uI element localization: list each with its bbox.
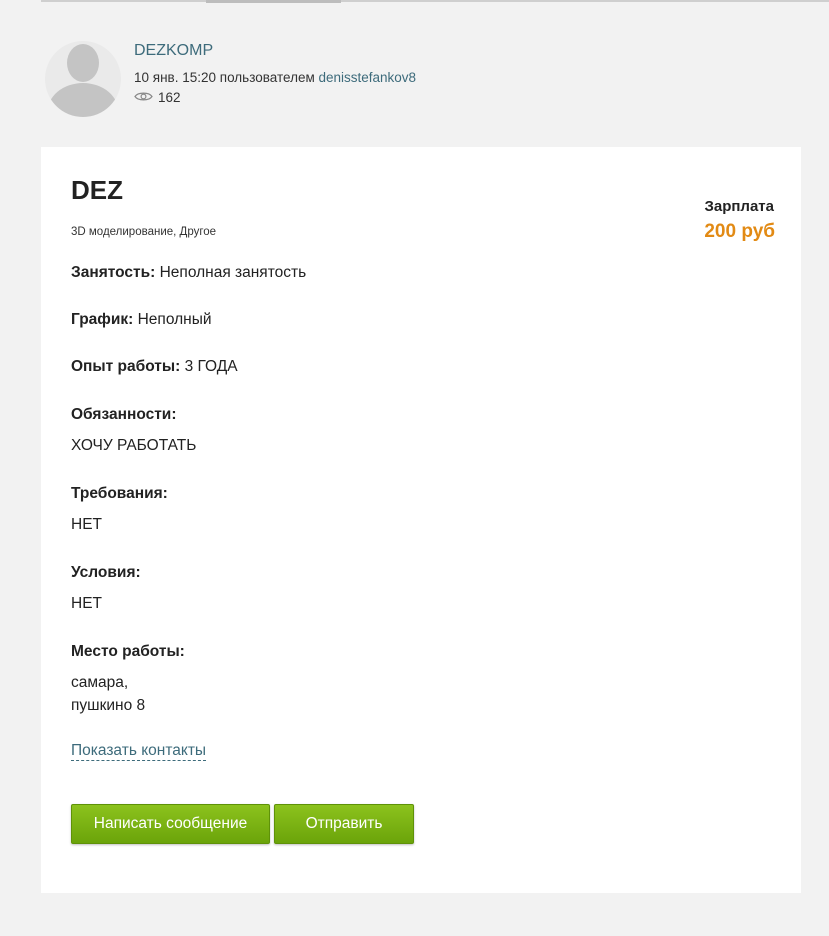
conditions-label: Условия: [71,564,141,581]
avatar-shoulders [47,83,119,117]
workplace-line-1: самара, [71,674,129,691]
schedule-label: График: [71,311,134,328]
employment-value: Неполная занятость [159,264,307,281]
user-link[interactable]: denisstefankov8 [319,70,417,85]
avatar[interactable] [45,41,121,117]
vacancy-title: DEZ [71,175,123,205]
write-message-button[interactable]: Написать сообщение [71,804,270,844]
conditions-value: НЕТ [71,595,102,612]
employment-field: Занятость: Неполная занятость [71,261,306,284]
schedule-value: Неполный [137,311,212,328]
vacancy-categories: 3D моделирование, Другое [71,226,217,238]
post-by-text: пользователем [219,70,315,85]
employment-label: Занятость: [71,264,156,281]
duties-value: ХОЧУ РАБОТАТЬ [71,437,197,454]
eye-icon [134,90,153,105]
workplace-line-2: пушкино 8 [71,697,146,714]
post-meta: 10 янв. 15:20 пользователем denisstefank… [134,70,416,85]
requirements-label: Требования: [71,485,168,502]
avatar-head [67,44,99,82]
post-date: 10 янв. 15:20 [134,70,216,85]
schedule-field: График: Неполный [71,308,212,331]
top-divider [41,0,829,2]
experience-field: Опыт работы: 3 ГОДА [71,355,238,378]
experience-label: Опыт работы: [71,358,181,375]
views-count: 162 [158,90,181,105]
show-contacts-link[interactable]: Показать контакты [71,742,207,761]
author-name-link[interactable]: DEZKOMP [134,42,213,60]
active-tab-indicator [206,0,341,3]
salary-value: 200 руб [704,221,775,242]
experience-value: 3 ГОДА [184,358,238,375]
send-button[interactable]: Отправить [274,804,414,844]
vacancy-card: DEZ 3D моделирование, Другое Зарплата 20… [41,147,801,893]
duties-label: Обязанности: [71,406,177,423]
salary-label: Зарплата [704,198,774,215]
requirements-value: НЕТ [71,516,102,533]
views-counter: 162 [134,90,181,105]
workplace-label: Место работы: [71,643,185,660]
